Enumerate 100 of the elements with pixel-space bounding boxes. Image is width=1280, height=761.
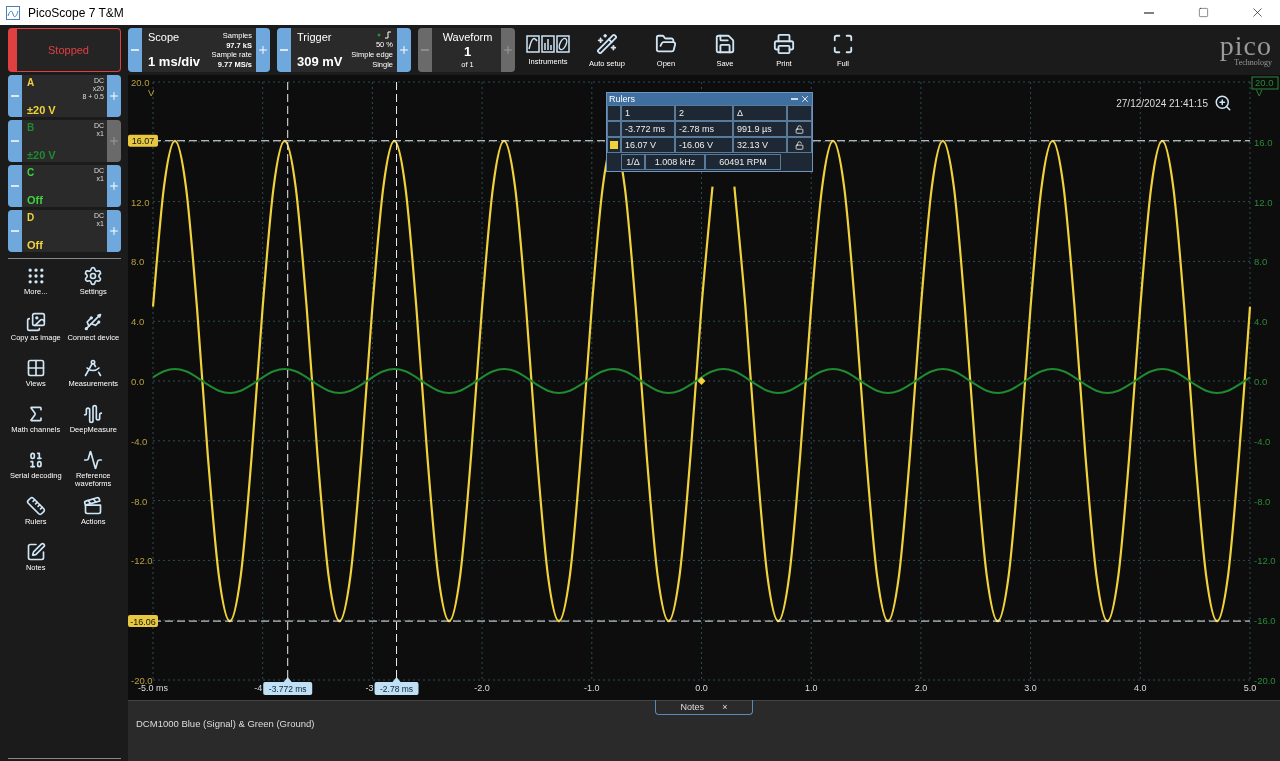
- axis-label: -20.0: [1254, 675, 1276, 686]
- plus-button[interactable]: [107, 75, 121, 117]
- column-header: 2: [675, 105, 733, 121]
- table-cell: 1/Δ: [621, 154, 645, 170]
- axis-label: -4.0: [131, 435, 148, 447]
- table-cell: -3.772 ms: [621, 121, 675, 137]
- plus-button[interactable]: [107, 120, 121, 162]
- channel-letter: D: [27, 212, 35, 223]
- minimize-icon: [791, 98, 798, 100]
- table-cell: [607, 105, 621, 121]
- table-cell: 60491 RPM: [705, 154, 781, 170]
- axis-label: 8.0: [131, 256, 145, 268]
- pulse-icon: [83, 450, 104, 470]
- axis-label: 4.0: [131, 316, 145, 328]
- pen-note-icon: [25, 542, 46, 562]
- plus-button[interactable]: [501, 28, 515, 72]
- plus-button[interactable]: [107, 210, 121, 252]
- axis-unit: V: [148, 87, 155, 98]
- unlock-icon[interactable]: [795, 124, 804, 134]
- minus-button[interactable]: [418, 28, 432, 72]
- group-title: Waveform: [442, 31, 493, 43]
- plus-button[interactable]: [107, 165, 121, 207]
- unlock-icon[interactable]: [795, 140, 804, 150]
- trigger-level: 309 mV: [297, 54, 343, 69]
- axis-label: -3: [365, 683, 374, 693]
- ruler-label[interactable]: -16.06: [128, 615, 158, 628]
- plus-button[interactable]: [256, 28, 270, 72]
- axis-label: 0.0: [1254, 376, 1268, 387]
- expand-icon: [832, 32, 854, 55]
- group-title: Trigger: [297, 31, 332, 43]
- plus-icon: [398, 44, 410, 56]
- minus-icon: [11, 185, 19, 187]
- waveform-icon: [83, 404, 104, 424]
- timestamp: 27/12/2024 21:41:15: [1116, 97, 1208, 109]
- minus-button[interactable]: [8, 210, 22, 252]
- channel-letter: C: [27, 167, 35, 178]
- window-title: PicoScope 7 T&M: [28, 5, 125, 20]
- tab-close-button[interactable]: ×: [722, 702, 728, 712]
- axis-label: -8.0: [131, 495, 148, 507]
- run-button[interactable]: Stopped: [8, 28, 121, 72]
- settings-icon: [83, 266, 104, 286]
- minus-icon: [11, 230, 19, 232]
- ruler-icon: [25, 496, 46, 516]
- axis-label: 12.0: [1254, 196, 1273, 208]
- plus-button[interactable]: [397, 28, 411, 72]
- axis-label: 5.0: [1243, 683, 1257, 693]
- plus-icon: [257, 44, 269, 56]
- channel-range: Off: [27, 194, 43, 206]
- notes-tab-label[interactable]: Notes: [680, 702, 705, 712]
- axis-label: 3.0: [1024, 683, 1037, 693]
- axis-label: -8.0: [1254, 495, 1271, 507]
- axis-label: -2.0: [474, 683, 490, 693]
- plus-icon: [108, 225, 120, 237]
- table-cell: 1.008 kHz: [645, 154, 705, 170]
- rising-edge-icon: [377, 31, 393, 39]
- axis-label: 1.0: [804, 683, 818, 693]
- column-header: 1: [621, 105, 675, 121]
- notes-text: DCM1000 Blue (Signal) & Green (Ground): [136, 718, 315, 729]
- channel-letter: A: [27, 77, 35, 88]
- minus-icon: [421, 49, 429, 51]
- zoom-icon[interactable]: [1214, 94, 1232, 112]
- minus-button[interactable]: [8, 120, 22, 162]
- axis-label: -4: [254, 683, 263, 693]
- app-logo-icon: [6, 5, 20, 20]
- channel-range: Off: [27, 239, 43, 251]
- axis-label: -1.0: [584, 683, 600, 693]
- close-icon: [800, 94, 810, 104]
- image-icon: [25, 312, 46, 332]
- minus-icon: [11, 95, 19, 97]
- minus-button[interactable]: [8, 75, 22, 117]
- logo-tagline: Technology: [1234, 57, 1272, 67]
- axis-label: 12.0: [131, 196, 150, 208]
- axis-label: 8.0: [1254, 256, 1268, 268]
- printer-icon: [773, 32, 795, 55]
- timebase-value: 1 ms/div: [148, 54, 201, 69]
- panel-title: Rulers: [609, 94, 636, 104]
- axis-label: -4.0: [1254, 435, 1271, 447]
- grid-icon: [25, 358, 46, 378]
- axis-label: 4.0: [1254, 316, 1268, 328]
- minimize-icon: [1144, 11, 1154, 14]
- axis-label: 2.0: [914, 683, 928, 693]
- y-tick-label: 20.0: [1255, 77, 1274, 88]
- clapperboard-icon: [83, 496, 104, 516]
- minus-icon: [280, 49, 288, 51]
- plus-icon: [108, 180, 120, 192]
- axis-unit: V: [1256, 87, 1263, 98]
- ruler-label[interactable]: 16.07: [128, 134, 158, 147]
- usb-icon: [83, 312, 104, 332]
- axis-label: 0.0: [695, 683, 708, 693]
- minus-button[interactable]: [128, 28, 142, 72]
- column-header: Δ: [733, 105, 787, 121]
- trigger-marker[interactable]: [697, 377, 706, 385]
- axis-label: -12.0: [1254, 555, 1276, 567]
- close-button[interactable]: [800, 94, 810, 104]
- minus-button[interactable]: [8, 165, 22, 207]
- maximize-icon: [1197, 7, 1209, 18]
- plus-icon: [108, 135, 120, 147]
- group-title: Scope: [148, 31, 180, 43]
- folder-icon: [655, 32, 677, 55]
- minus-button[interactable]: [277, 28, 291, 72]
